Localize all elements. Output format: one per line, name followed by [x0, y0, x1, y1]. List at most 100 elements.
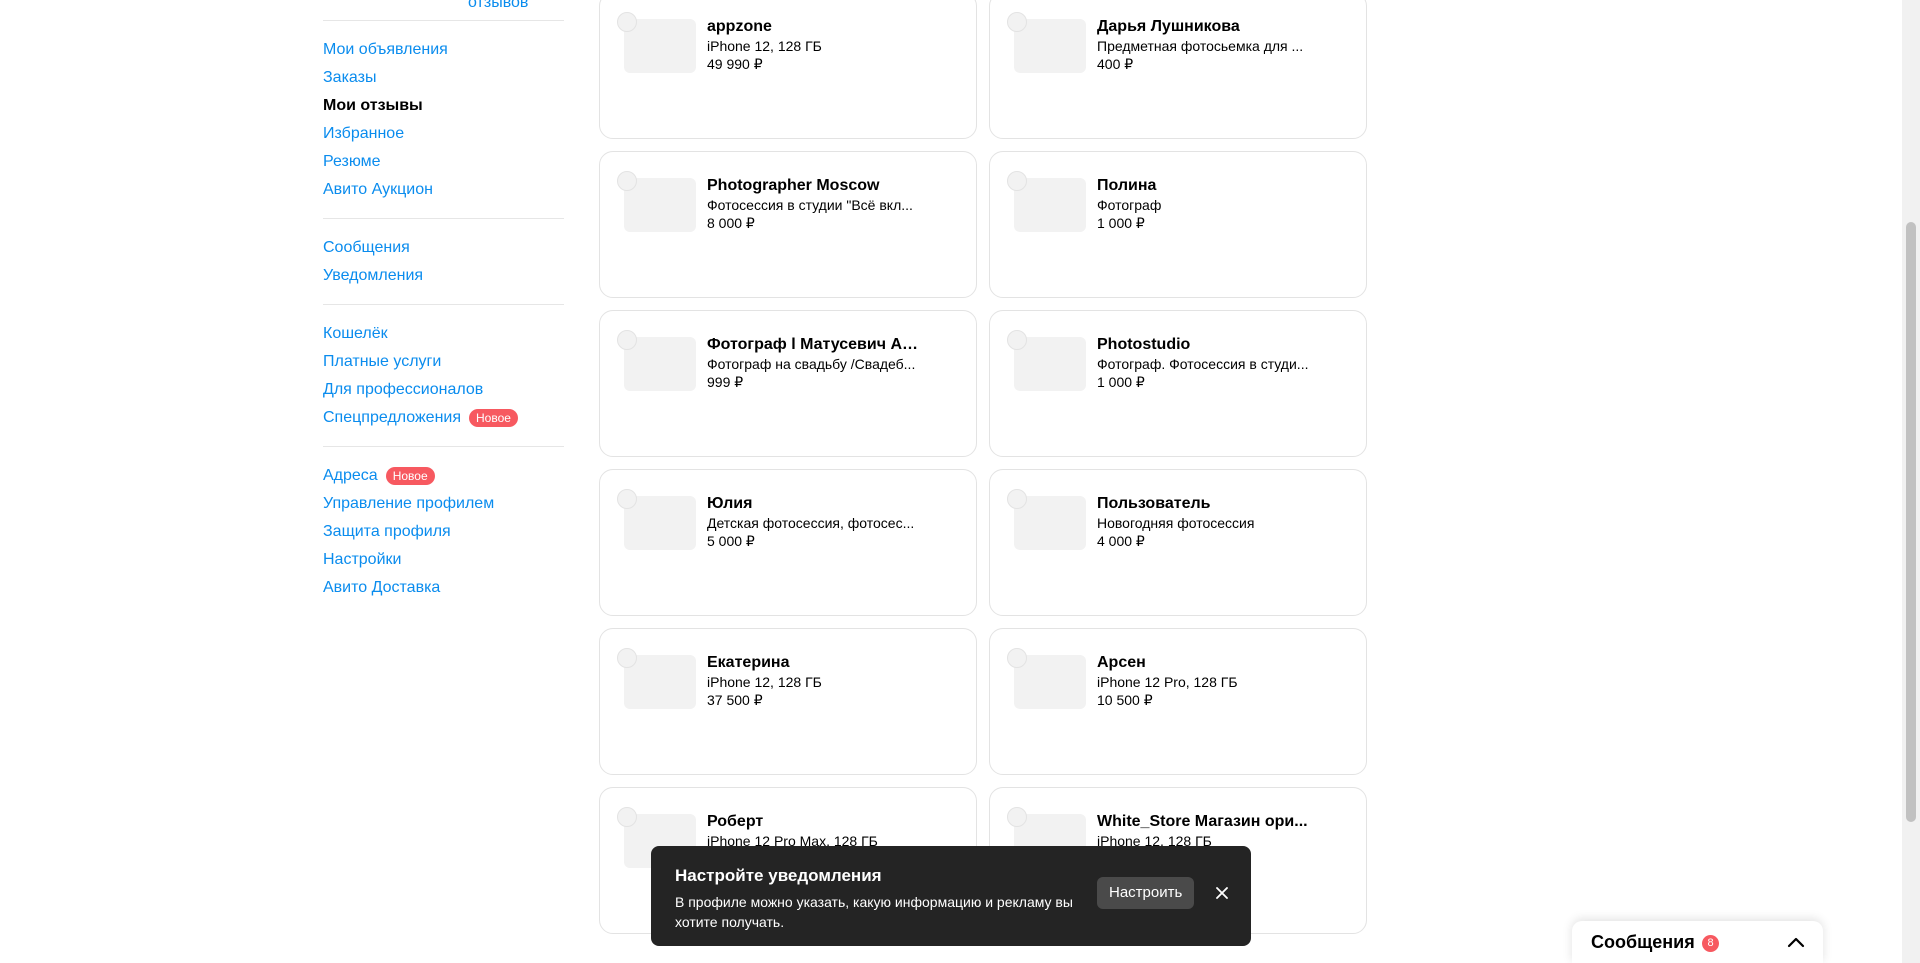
card-info: Арсен iPhone 12 Pro, 128 ГБ 10 500 ₽ — [1097, 653, 1312, 709]
seller-avatar — [1007, 489, 1027, 509]
seller-name: appzone — [707, 18, 772, 35]
sidebar-group-profile: Адреса Новое Управление профилем Защита про… — [323, 447, 564, 616]
sidebar-item-label: Мои отзывы — [323, 97, 423, 114]
sidebar-item-label: Авито Аукцион — [323, 181, 433, 198]
listing-price: 1 000 ₽ — [1097, 374, 1145, 390]
listing-price: 37 500 ₽ — [707, 692, 763, 708]
notification-settings-toast: Настройте уведомления В профиле можно ук… — [651, 846, 1251, 946]
card-info: Photographer Moscow Фотосессия в студии "… — [707, 176, 922, 232]
new-badge: Новое — [385, 467, 435, 485]
seller-name: Роберт — [707, 813, 764, 830]
seller-name: Полина — [1097, 177, 1157, 194]
seller-name: Арсен — [1097, 654, 1146, 671]
close-icon[interactable] — [1211, 882, 1233, 904]
sidebar-item[interactable]: Адреса Новое — [323, 462, 564, 490]
seller-name: Пользователь — [1097, 495, 1211, 512]
sidebar-item-label: Кошелёк — [323, 325, 388, 342]
listing-title: Новогодняя фотосессия — [1097, 515, 1255, 531]
sidebar-item[interactable]: Резюме — [323, 148, 564, 176]
listing-title: iPhone 12, 128 ГБ — [707, 674, 822, 690]
review-card[interactable]: Photographer Moscow Фотосессия в студии "… — [599, 151, 977, 298]
card-info: Photostudio Фотограф. Фотосессия в студи.… — [1097, 335, 1312, 391]
card-info: Фотограф l Матусевич Ан... Фотограф на св… — [707, 335, 922, 391]
sidebar-item-label: Защита профиля — [323, 523, 451, 540]
sidebar-item-label: Резюме — [323, 153, 381, 170]
seller-avatar — [617, 330, 637, 350]
reviews-count-link[interactable]: отзывов — [468, 0, 528, 12]
sidebar-item-label: Заказы — [323, 69, 377, 86]
listing-title: iPhone 12 Pro, 128 ГБ — [1097, 674, 1238, 690]
seller-name: Photographer Moscow — [707, 177, 880, 194]
listing-title: Предметная фотосьемка для ... — [1097, 38, 1304, 54]
card-info: Полина Фотограф 1 000 ₽ — [1097, 176, 1312, 232]
sidebar-item-label: Избранное — [323, 125, 405, 142]
sidebar-item[interactable]: Мои объявления — [323, 36, 564, 64]
seller-avatar — [1007, 12, 1027, 32]
card-info: appzone iPhone 12, 128 ГБ 49 990 ₽ — [707, 17, 922, 73]
sidebar-item[interactable]: Мои отзывы — [323, 92, 564, 120]
seller-name: Дарья Лушникова — [1097, 18, 1240, 35]
configure-button[interactable]: Настроить — [1097, 877, 1195, 909]
review-card[interactable]: Юлия Детская фотосессия, фотосес... 5 000 … — [599, 469, 977, 616]
seller-name: Photostudio — [1097, 336, 1191, 353]
sidebar-item[interactable]: Заказы — [323, 64, 564, 92]
listing-title: Фотосессия в студии "Всё вкл... — [707, 197, 913, 213]
sidebar-item[interactable]: Настройки — [323, 546, 564, 574]
sidebar-item[interactable]: Спецпредложения Новое — [323, 404, 564, 432]
sidebar-group-messages: Сообщения Уведомления — [323, 219, 564, 304]
reviews-cards-grid: appzone iPhone 12, 128 ГБ 49 990 ₽ Дарья Лу… — [599, 0, 1367, 934]
listing-title: Детская фотосессия, фотосес... — [707, 515, 915, 531]
listing-title: Фотограф. Фотосессия в студи... — [1097, 356, 1309, 372]
review-card[interactable]: Photostudio Фотограф. Фотосессия в студи.… — [989, 310, 1367, 457]
card-info: Дарья Лушникова Предметная фотосьемка для… — [1097, 17, 1312, 73]
seller-name: Юлия — [707, 495, 753, 512]
sidebar-item-label: Авито Доставка — [323, 579, 441, 596]
listing-price: 5 000 ₽ — [707, 533, 755, 549]
sidebar-item[interactable]: Авито Аукцион — [323, 176, 564, 204]
sidebar-item[interactable]: Управление профилем — [323, 490, 564, 518]
sidebar-item[interactable]: Защита профиля — [323, 518, 564, 546]
messages-panel[interactable]: Сообщения 8 — [1572, 921, 1823, 963]
sidebar-item[interactable]: Кошелёк — [323, 320, 564, 348]
sidebar-item[interactable]: Сообщения — [323, 234, 564, 262]
sidebar-item[interactable]: Платные услуги — [323, 348, 564, 376]
sidebar-item[interactable]: Авито Доставка — [323, 574, 564, 602]
sidebar-item-label: Настройки — [323, 551, 402, 568]
seller-avatar — [1007, 648, 1027, 668]
sidebar-item-label: Мои объявления — [323, 41, 448, 58]
messages-label: Сообщения — [1591, 932, 1695, 952]
listing-price: 1 000 ₽ — [1097, 215, 1145, 231]
toast-title: Настройте уведомления — [675, 866, 882, 885]
seller-avatar — [617, 12, 637, 32]
listing-price: 999 ₽ — [707, 374, 744, 390]
review-card[interactable]: Арсен iPhone 12 Pro, 128 ГБ 10 500 ₽ — [989, 628, 1367, 775]
card-info: Роберт iPhone 12 Pro Max, 128 ГБ — [707, 812, 922, 850]
chevron-up-icon[interactable] — [1784, 931, 1808, 955]
review-card[interactable]: appzone iPhone 12, 128 ГБ 49 990 ₽ — [599, 0, 977, 139]
review-card[interactable]: Фотограф l Матусевич Ан... Фотограф на св… — [599, 310, 977, 457]
sidebar-item-label: Сообщения — [323, 239, 410, 256]
sidebar-item-label: Уведомления — [323, 267, 424, 284]
sidebar-item[interactable]: Для профессионалов — [323, 376, 564, 404]
seller-avatar — [617, 807, 637, 827]
seller-avatar — [617, 171, 637, 191]
listing-title: Фотограф — [1097, 197, 1162, 213]
scrollbar-thumb[interactable] — [1906, 222, 1916, 822]
review-card[interactable]: Дарья Лушникова Предметная фотосьемка для… — [989, 0, 1367, 139]
review-card[interactable]: Пользователь Новогодняя фотосессия 4 000 ₽ — [989, 469, 1367, 616]
listing-title: Фотограф на свадьбу /Свадеб... — [707, 356, 916, 372]
review-card[interactable]: Полина Фотограф 1 000 ₽ — [989, 151, 1367, 298]
sidebar-item[interactable]: Избранное — [323, 120, 564, 148]
seller-avatar — [617, 489, 637, 509]
chevron-up-glyph — [1787, 937, 1805, 948]
page-scrollbar[interactable] — [1902, 0, 1920, 963]
messages-count-badge: 8 — [1702, 935, 1719, 952]
seller-avatar — [1007, 807, 1027, 827]
sidebar-group-ads: Мои объявления Заказы Мои отзывы Избранное Р… — [323, 21, 564, 218]
sidebar-item[interactable]: Уведомления — [323, 262, 564, 290]
listing-price: 4 000 ₽ — [1097, 533, 1145, 549]
listing-price: 10 500 ₽ — [1097, 692, 1153, 708]
review-card[interactable]: Екатерина iPhone 12, 128 ГБ 37 500 ₽ — [599, 628, 977, 775]
sidebar-item-label: Управление профилем — [323, 495, 495, 512]
seller-avatar — [1007, 171, 1027, 191]
